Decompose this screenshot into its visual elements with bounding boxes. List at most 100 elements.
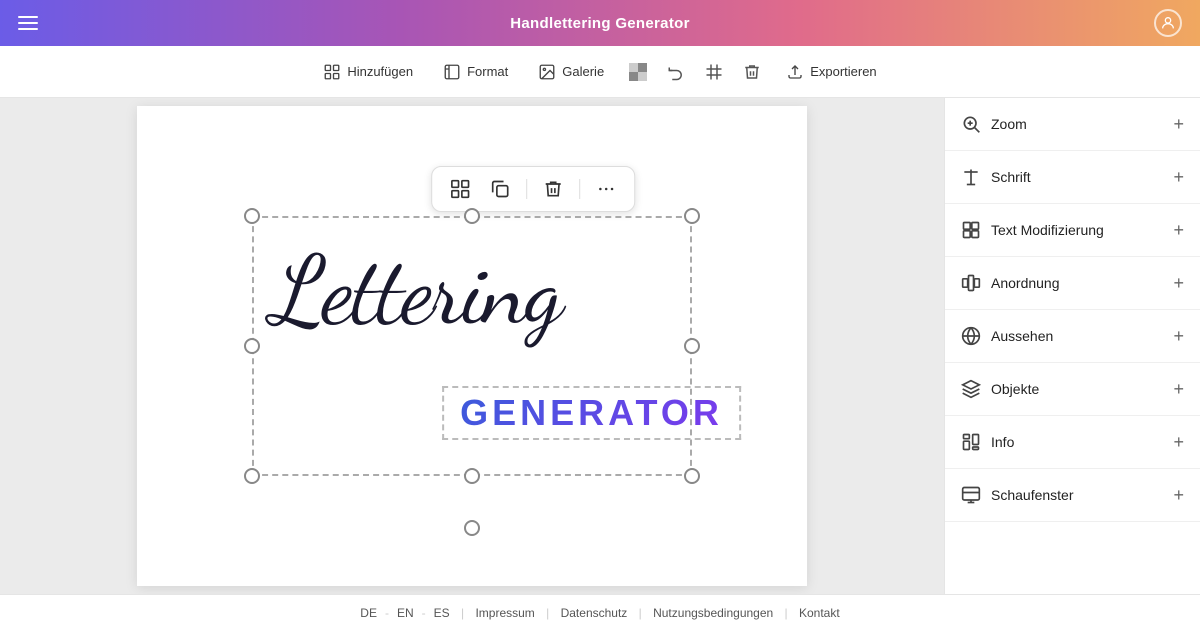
undo-button[interactable] <box>662 58 690 86</box>
panel-section-anordnung: Anordnung + <box>945 257 1200 310</box>
footer-link-impressum[interactable]: Impressum <box>467 606 542 620</box>
user-button[interactable] <box>1154 9 1182 37</box>
objekte-label: Objekte <box>991 381 1039 397</box>
panel-section-schaufenster: Schaufenster + <box>945 469 1200 522</box>
lettering-sub-text[interactable]: GENERATOR <box>460 392 723 434</box>
aussehen-label: Aussehen <box>991 328 1053 344</box>
main-content: Lettering GENERATOR <box>0 98 1200 594</box>
text-mod-expand[interactable]: + <box>1173 221 1184 239</box>
schaufenster-section-left: Schaufenster <box>961 485 1074 505</box>
objekte-icon <box>961 379 981 399</box>
context-separator-2 <box>579 179 580 199</box>
schrift-icon <box>961 167 981 187</box>
handle-rotate[interactable] <box>464 520 480 536</box>
menu-button[interactable] <box>18 16 38 30</box>
text-mod-icon <box>961 220 981 240</box>
schrift-section-left: Schrift <box>961 167 1031 187</box>
footer-link-en[interactable]: EN <box>389 606 422 620</box>
footer-link-es[interactable]: ES <box>426 606 458 620</box>
text-mod-label: Text Modifizierung <box>991 222 1104 238</box>
aussehen-section-header[interactable]: Aussehen + <box>961 310 1184 362</box>
schaufenster-expand[interactable]: + <box>1173 486 1184 504</box>
lettering-main-text[interactable]: Lettering <box>272 244 561 339</box>
text-mod-section-header[interactable]: Text Modifizierung + <box>961 204 1184 256</box>
selection-container[interactable]: Lettering GENERATOR <box>252 216 692 476</box>
delete-button[interactable] <box>738 58 766 86</box>
galerie-button[interactable]: Galerie <box>526 57 616 87</box>
grid-button[interactable] <box>700 58 728 86</box>
objekte-expand[interactable]: + <box>1173 380 1184 398</box>
schrift-label: Schrift <box>991 169 1031 185</box>
info-section-left: Info <box>961 432 1014 452</box>
schrift-expand[interactable]: + <box>1173 168 1184 186</box>
app-title: Handlettering Generator <box>510 15 689 32</box>
handle-mid-right[interactable] <box>684 338 700 354</box>
info-label: Info <box>991 434 1014 450</box>
exportieren-icon <box>786 63 804 81</box>
footer-link-nutzungsbedingungen[interactable]: Nutzungsbedingungen <box>645 606 781 620</box>
objekte-section-header[interactable]: Objekte + <box>961 363 1184 415</box>
footer-link-de[interactable]: DE <box>352 606 385 620</box>
canvas-paper[interactable]: Lettering GENERATOR <box>137 106 807 586</box>
app-header: Handlettering Generator <box>0 0 1200 46</box>
schaufenster-label: Schaufenster <box>991 487 1074 503</box>
panel-section-info: Info + <box>945 416 1200 469</box>
info-expand[interactable]: + <box>1173 433 1184 451</box>
generator-sub-container[interactable]: GENERATOR <box>442 386 741 440</box>
footer-link-datenschutz[interactable]: Datenschutz <box>553 606 636 620</box>
context-delete-button[interactable] <box>537 173 569 205</box>
format-button[interactable]: Format <box>431 57 520 87</box>
right-panel: Zoom + Schrift + <box>944 98 1200 594</box>
panel-section-schrift: Schrift + <box>945 151 1200 204</box>
anordnung-section-header[interactable]: Anordnung + <box>961 257 1184 309</box>
schaufenster-icon <box>961 485 981 505</box>
handle-top-left[interactable] <box>244 208 260 224</box>
format-icon <box>443 63 461 81</box>
panel-section-aussehen: Aussehen + <box>945 310 1200 363</box>
text-mod-section-left: Text Modifizierung <box>961 220 1104 240</box>
canvas-area[interactable]: Lettering GENERATOR <box>0 98 944 594</box>
aussehen-section-left: Aussehen <box>961 326 1053 346</box>
anordnung-label: Anordnung <box>991 275 1060 291</box>
checkerboard-button[interactable] <box>624 58 652 86</box>
app-footer: DE - EN - ES | Impressum | Datenschutz |… <box>0 594 1200 630</box>
hinzufuegen-button[interactable]: Hinzufügen <box>311 57 425 87</box>
more-options-button[interactable] <box>590 173 622 205</box>
handle-bot-mid[interactable] <box>464 468 480 484</box>
handle-top-mid[interactable] <box>464 208 480 224</box>
undo-icon <box>667 63 685 81</box>
panel-section-objekte: Objekte + <box>945 363 1200 416</box>
main-toolbar: Hinzufügen Format Galerie <box>0 46 1200 98</box>
anordnung-expand[interactable]: + <box>1173 274 1184 292</box>
info-icon <box>961 432 981 452</box>
zoom-icon <box>961 114 981 134</box>
zoom-section-header[interactable]: Zoom + <box>961 98 1184 150</box>
group-button[interactable] <box>444 173 476 205</box>
handle-mid-left[interactable] <box>244 338 260 354</box>
context-separator <box>526 179 527 199</box>
exportieren-button[interactable]: Exportieren <box>774 57 888 87</box>
trash-icon <box>743 63 761 81</box>
info-section-header[interactable]: Info + <box>961 416 1184 468</box>
zoom-section-left: Zoom <box>961 114 1027 134</box>
anordnung-icon <box>961 273 981 293</box>
panel-section-zoom: Zoom + <box>945 98 1200 151</box>
hinzufuegen-icon <box>323 63 341 81</box>
anordnung-section-left: Anordnung <box>961 273 1060 293</box>
duplicate-button[interactable] <box>484 173 516 205</box>
galerie-icon <box>538 63 556 81</box>
handle-top-right[interactable] <box>684 208 700 224</box>
footer-link-kontakt[interactable]: Kontakt <box>791 606 848 620</box>
context-toolbar <box>431 166 635 212</box>
panel-section-text-mod: Text Modifizierung + <box>945 204 1200 257</box>
handle-bot-left[interactable] <box>244 468 260 484</box>
aussehen-expand[interactable]: + <box>1173 327 1184 345</box>
zoom-label: Zoom <box>991 116 1027 132</box>
schrift-section-header[interactable]: Schrift + <box>961 151 1184 203</box>
zoom-expand[interactable]: + <box>1173 115 1184 133</box>
checkerboard-icon <box>629 63 647 81</box>
objekte-section-left: Objekte <box>961 379 1039 399</box>
aussehen-icon <box>961 326 981 346</box>
schaufenster-section-header[interactable]: Schaufenster + <box>961 469 1184 521</box>
handle-bot-right[interactable] <box>684 468 700 484</box>
